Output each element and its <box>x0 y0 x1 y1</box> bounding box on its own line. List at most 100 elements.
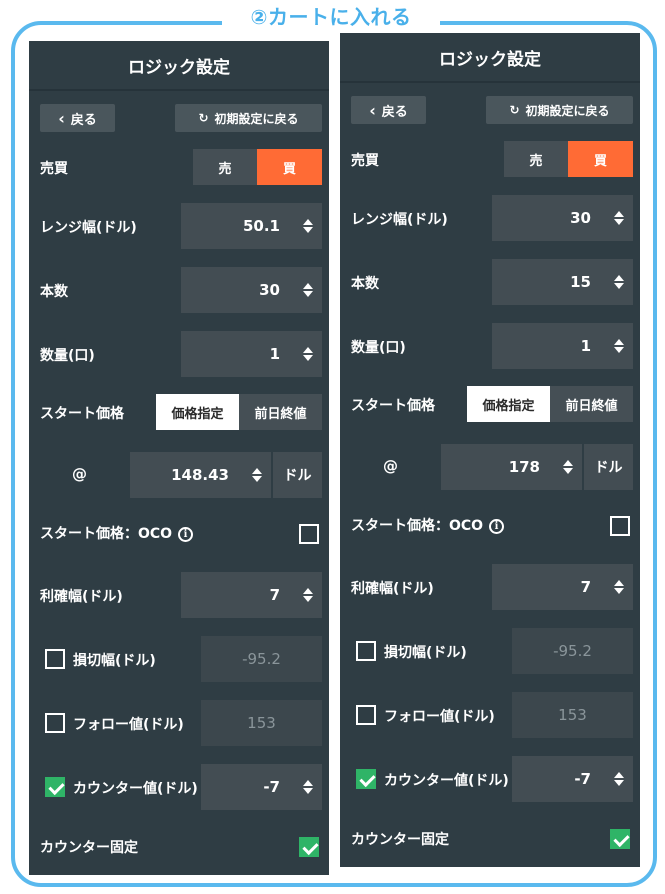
take-profit-label: 利確幅(ドル) <box>40 589 123 605</box>
qty-stepper[interactable]: 1 <box>492 323 633 369</box>
counter-label: カウンター値(ドル) <box>73 781 198 797</box>
take-profit-stepper[interactable]: 7 <box>492 564 633 610</box>
back-button-label: 戻る <box>70 112 97 128</box>
range-stepper[interactable]: 30 <box>492 195 633 241</box>
counter-value[interactable]: -7 <box>512 770 605 788</box>
oco-label: スタート価格：OCO <box>40 526 173 542</box>
start-price-value[interactable]: 178 <box>441 458 554 476</box>
refresh-icon: ↻ <box>509 103 520 117</box>
counter-label: カウンター値(ドル) <box>384 773 509 789</box>
range-value[interactable]: 50.1 <box>181 217 294 235</box>
info-icon[interactable]: i <box>489 518 505 534</box>
counter-fixed-checkbox[interactable] <box>610 829 630 849</box>
spin-arrows-icon[interactable] <box>294 780 322 794</box>
buy-option[interactable]: 買 <box>568 141 633 177</box>
prev-close-option[interactable]: 前日終値 <box>550 386 633 422</box>
counter-checkbox[interactable] <box>356 769 376 789</box>
back-button[interactable]: ‹ 戻る <box>40 104 115 132</box>
counter-stepper[interactable]: -7 <box>201 764 322 810</box>
follow-checkbox[interactable] <box>45 713 65 733</box>
take-profit-value[interactable]: 7 <box>492 578 605 596</box>
follow-checkbox[interactable] <box>356 705 376 725</box>
start-price-value[interactable]: 148.43 <box>130 466 243 484</box>
start-price-label: スタート価格 <box>351 398 435 414</box>
logic-settings-panel-left: ロジック設定 ‹ 戻る ↻ 初期設定に戻る 売買 売 買 レンジ幅(ドル) 50… <box>29 41 329 875</box>
back-button-label: 戻る <box>381 104 408 120</box>
trade-label: 売買 <box>351 153 379 169</box>
stop-loss-checkbox[interactable] <box>356 641 376 661</box>
buy-option[interactable]: 買 <box>257 149 322 185</box>
reset-button-label: 初期設定に戻る <box>525 103 610 118</box>
take-profit-label: 利確幅(ドル) <box>351 581 434 597</box>
range-value[interactable]: 30 <box>492 209 605 227</box>
reset-button[interactable]: ↻ 初期設定に戻る <box>175 104 322 132</box>
stop-loss-field[interactable]: -95.2 <box>201 636 322 682</box>
reset-button-label: 初期設定に戻る <box>214 111 299 126</box>
at-symbol: @ <box>383 457 398 475</box>
count-label: 本数 <box>40 284 68 300</box>
prev-close-option[interactable]: 前日終値 <box>239 394 322 430</box>
sell-option[interactable]: 売 <box>504 141 568 177</box>
counter-fixed-checkbox[interactable] <box>299 837 319 857</box>
spin-arrows-icon[interactable] <box>605 211 633 225</box>
start-price-label: スタート価格 <box>40 406 124 422</box>
count-label: 本数 <box>351 276 379 292</box>
follow-label: フォロー値(ドル) <box>384 709 495 725</box>
stop-loss-label: 損切幅(ドル) <box>73 653 156 669</box>
start-price-stepper[interactable]: 178 <box>441 444 582 490</box>
oco-checkbox[interactable] <box>299 524 319 544</box>
spin-arrows-icon[interactable] <box>243 468 271 482</box>
oco-checkbox[interactable] <box>610 516 630 536</box>
counter-fixed-label: カウンター固定 <box>351 832 449 848</box>
oco-label: スタート価格：OCO <box>351 518 484 534</box>
counter-value[interactable]: -7 <box>201 778 294 796</box>
count-value[interactable]: 15 <box>492 273 605 291</box>
refresh-icon: ↻ <box>198 111 209 125</box>
chevron-left-icon: ‹ <box>58 108 65 128</box>
stop-loss-field[interactable]: -95.2 <box>512 628 633 674</box>
spin-arrows-icon[interactable] <box>605 275 633 289</box>
count-stepper[interactable]: 30 <box>181 267 322 313</box>
spin-arrows-icon[interactable] <box>554 460 582 474</box>
range-label: レンジ幅(ドル) <box>40 220 137 236</box>
start-price-mode-toggle: 価格指定 前日終値 <box>156 394 322 430</box>
start-price-mode-toggle: 価格指定 前日終値 <box>467 386 633 422</box>
qty-value[interactable]: 1 <box>181 345 294 363</box>
spin-arrows-icon[interactable] <box>294 283 322 297</box>
spin-arrows-icon[interactable] <box>294 219 322 233</box>
info-icon[interactable]: i <box>178 526 194 542</box>
spin-arrows-icon[interactable] <box>294 588 322 602</box>
range-stepper[interactable]: 50.1 <box>181 203 322 249</box>
count-stepper[interactable]: 15 <box>492 259 633 305</box>
spin-arrows-icon[interactable] <box>605 772 633 786</box>
follow-label: フォロー値(ドル) <box>73 717 184 733</box>
follow-field[interactable]: 153 <box>201 700 322 746</box>
range-label: レンジ幅(ドル) <box>351 212 448 228</box>
qty-label: 数量(口) <box>351 340 406 356</box>
logic-settings-panel-right: ロジック設定 ‹ 戻る ↻ 初期設定に戻る 売買 売 買 レンジ幅(ドル) 30… <box>340 33 640 867</box>
count-value[interactable]: 30 <box>181 281 294 299</box>
back-button[interactable]: ‹ 戻る <box>351 96 426 124</box>
side-toggle: 売 買 <box>504 141 633 177</box>
price-spec-option[interactable]: 価格指定 <box>156 394 239 430</box>
follow-field[interactable]: 153 <box>512 692 633 738</box>
spin-arrows-icon[interactable] <box>294 347 322 361</box>
unit-label: ドル <box>584 444 633 490</box>
reset-button[interactable]: ↻ 初期設定に戻る <box>486 96 633 124</box>
at-symbol: @ <box>72 465 87 483</box>
take-profit-value[interactable]: 7 <box>181 586 294 604</box>
qty-stepper[interactable]: 1 <box>181 331 322 377</box>
spin-arrows-icon[interactable] <box>605 580 633 594</box>
counter-checkbox[interactable] <box>45 777 65 797</box>
qty-value[interactable]: 1 <box>492 337 605 355</box>
start-price-stepper[interactable]: 148.43 <box>130 452 271 498</box>
counter-fixed-label: カウンター固定 <box>40 840 138 856</box>
sell-option[interactable]: 売 <box>193 149 257 185</box>
spin-arrows-icon[interactable] <box>605 339 633 353</box>
price-spec-option[interactable]: 価格指定 <box>467 386 550 422</box>
counter-stepper[interactable]: -7 <box>512 756 633 802</box>
stop-loss-checkbox[interactable] <box>45 649 65 669</box>
take-profit-stepper[interactable]: 7 <box>181 572 322 618</box>
panel-title: ロジック設定 <box>29 41 329 91</box>
qty-label: 数量(口) <box>40 348 95 364</box>
